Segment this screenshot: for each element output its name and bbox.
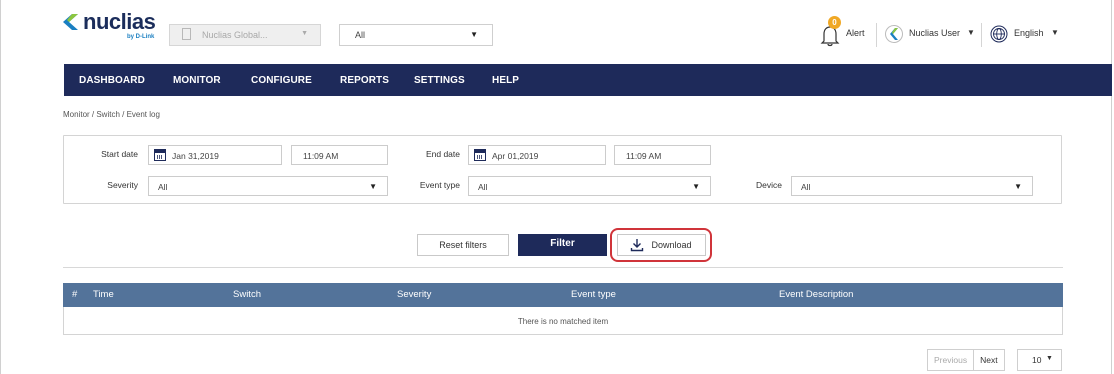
- alert-button[interactable]: 0: [820, 16, 842, 53]
- previous-page-button[interactable]: Previous: [928, 350, 975, 370]
- chevron-down-icon: ▼: [1046, 355, 1053, 362]
- end-date-label: End date: [425, 149, 460, 159]
- event-table-header: # Time Switch Severity Event type Event …: [63, 283, 1063, 307]
- severity-select-value: All: [158, 182, 168, 192]
- organization-select[interactable]: Nuclias Global... ▼: [169, 24, 321, 46]
- start-date-label: Start date: [101, 149, 138, 159]
- nav-item-reports[interactable]: REPORTS: [340, 75, 389, 86]
- column-header-event-description[interactable]: Event Description: [779, 289, 853, 300]
- breadcrumb: Monitor / Switch / Event log: [63, 110, 160, 119]
- nav-item-help[interactable]: HELP: [492, 75, 519, 86]
- end-time-input[interactable]: 11:09 AM: [614, 145, 711, 165]
- nuclias-avatar-icon: [885, 25, 903, 43]
- column-header-event-type[interactable]: Event type: [571, 289, 616, 300]
- chevron-down-icon: ▼: [692, 182, 700, 191]
- header-separator: [876, 23, 877, 47]
- device-label: Device: [756, 180, 782, 190]
- section-divider: [63, 267, 1063, 268]
- event-type-label: Event type: [419, 180, 460, 190]
- column-header-time[interactable]: Time: [93, 289, 114, 300]
- chevron-down-icon: ▼: [1014, 182, 1022, 191]
- site-select-value: All: [355, 30, 366, 40]
- chevron-down-icon[interactable]: ▼: [967, 28, 975, 37]
- empty-table-message: There is no matched item: [517, 317, 609, 326]
- header-separator: [981, 23, 982, 47]
- site-select[interactable]: All ▼: [339, 24, 493, 46]
- chevron-down-icon: ▼: [369, 182, 377, 191]
- reset-filters-button[interactable]: Reset filters: [417, 234, 509, 256]
- alert-count-badge: 0: [828, 16, 841, 29]
- start-time-input[interactable]: 11:09 AM: [291, 145, 388, 165]
- reset-filters-label: Reset filters: [439, 240, 487, 250]
- nav-item-dashboard[interactable]: DASHBOARD: [79, 75, 145, 86]
- logo-chevron-icon: [63, 14, 78, 30]
- logo-wordmark: nuclias: [83, 9, 156, 34]
- main-navbar: DASHBOARD MONITOR CONFIGURE REPORTS SETT…: [64, 64, 1112, 96]
- page-size-select[interactable]: 10 ▼: [1017, 349, 1062, 371]
- start-date-input[interactable]: Jan 31,2019: [148, 145, 282, 165]
- calendar-icon: [154, 149, 166, 161]
- logo-subtitle: by D-Link: [127, 34, 155, 40]
- end-time-value: 11:09 AM: [626, 151, 662, 161]
- device-select[interactable]: All ▼: [791, 176, 1033, 196]
- event-type-select[interactable]: All ▼: [468, 176, 711, 196]
- event-type-select-value: All: [478, 182, 488, 192]
- end-date-value: Apr 01,2019: [492, 151, 539, 161]
- alert-label[interactable]: Alert: [846, 28, 865, 38]
- nav-item-configure[interactable]: CONFIGURE: [251, 75, 312, 86]
- calendar-icon: [474, 149, 486, 161]
- start-time-value: 11:09 AM: [303, 151, 339, 161]
- filter-button[interactable]: Filter: [518, 234, 607, 256]
- start-date-value: Jan 31,2019: [172, 151, 219, 161]
- filter-label: Filter: [550, 238, 575, 249]
- column-header-switch[interactable]: Switch: [233, 289, 261, 300]
- next-page-button[interactable]: Next: [974, 350, 1003, 370]
- language-menu[interactable]: English: [1014, 28, 1044, 38]
- device-select-value: All: [801, 182, 811, 192]
- event-table-body: There is no matched item: [63, 307, 1063, 335]
- pagination: Previous Next: [927, 349, 1005, 371]
- chevron-down-icon[interactable]: ▼: [1051, 28, 1059, 37]
- organization-select-value: Nuclias Global...: [202, 30, 268, 40]
- column-header-index[interactable]: #: [72, 289, 77, 300]
- nav-item-monitor[interactable]: MONITOR: [173, 75, 221, 86]
- severity-label: Severity: [107, 180, 138, 190]
- download-highlight-annotation: [610, 228, 712, 262]
- severity-select[interactable]: All ▼: [148, 176, 388, 196]
- chevron-down-icon: ▼: [470, 30, 478, 39]
- user-menu[interactable]: Nuclias User: [909, 28, 960, 38]
- chevron-down-icon: ▼: [301, 30, 308, 37]
- nav-item-settings[interactable]: SETTINGS: [414, 75, 465, 86]
- globe-icon: [990, 25, 1008, 43]
- column-header-severity[interactable]: Severity: [397, 289, 431, 300]
- building-icon: [182, 28, 191, 40]
- filter-panel: Start date Jan 31,2019 11:09 AM End date…: [63, 135, 1062, 204]
- page-size-value: 10: [1032, 355, 1042, 365]
- end-date-input[interactable]: Apr 01,2019: [468, 145, 606, 165]
